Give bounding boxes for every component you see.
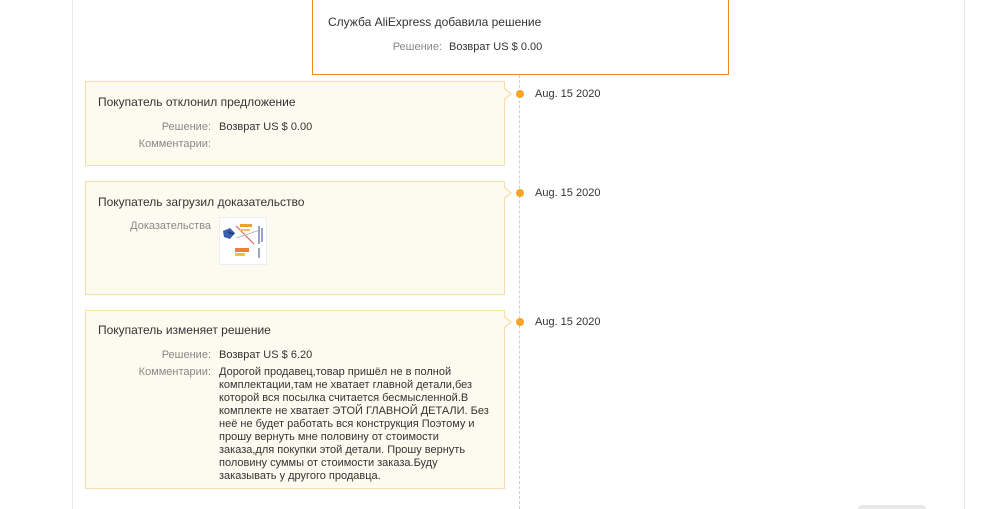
timeline-axis: [519, 0, 520, 509]
service-decision-label: Решение:: [392, 41, 442, 53]
decision-label: Решение:: [161, 121, 211, 133]
evidence-thumbnail[interactable]: [219, 217, 267, 265]
card-pointer: [504, 316, 512, 328]
service-decision-card: Служба AliExpress добавила решение Решен…: [312, 0, 729, 75]
event-title: Покупатель изменяет решение: [98, 323, 271, 337]
event-title: Покупатель отклонил предложение: [98, 95, 296, 109]
card-pointer: [504, 88, 512, 100]
card-pointer: [504, 187, 512, 199]
event-date: Aug. 15 2020: [535, 88, 601, 100]
decision-value: Возврат US $ 6.20: [219, 349, 313, 361]
event-card-declined-offer: Покупатель отклонил предложение Решение:…: [85, 81, 505, 166]
decision-label: Решение:: [161, 349, 211, 361]
comments-label: Комментарии:: [138, 366, 211, 378]
event-card-decision-changed: Покупатель изменяет решение Решение: Воз…: [85, 310, 505, 489]
container-border-left: [72, 0, 73, 509]
comments-value: Дорогой продавец,товар пришёл не в полно…: [219, 366, 489, 482]
decision-value: Возврат US $ 0.00: [219, 121, 313, 133]
timeline-dot: [516, 90, 524, 98]
container-border-right: [964, 0, 965, 509]
comments-label: Комментарии:: [138, 138, 211, 150]
event-title: Покупатель загрузил доказательство: [98, 195, 305, 209]
timeline-dot: [516, 318, 524, 326]
event-date: Aug. 15 2020: [535, 316, 601, 328]
scroll-to-top-tab[interactable]: [858, 505, 926, 509]
event-date: Aug. 15 2020: [535, 187, 601, 199]
event-card-evidence-uploaded: Покупатель загрузил доказательство Доказ…: [85, 181, 505, 295]
image-thumbnail-icon: [220, 218, 266, 264]
evidence-label: Доказательства: [130, 220, 211, 232]
timeline-dot: [516, 189, 524, 197]
service-decision-title: Служба AliExpress добавила решение: [328, 15, 542, 29]
service-decision-value: Возврат US $ 0.00: [449, 41, 543, 53]
